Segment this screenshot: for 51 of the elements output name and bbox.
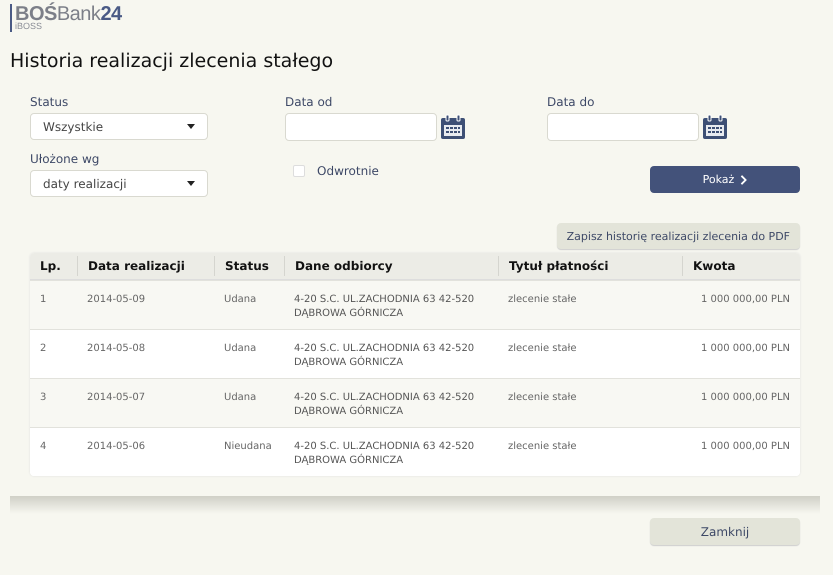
chevron-right-icon	[740, 174, 748, 184]
table-cell-text: 2	[39, 342, 48, 356]
table-cell-text: 3	[39, 391, 48, 405]
table-cell-text: 1 000 000,00 PLN	[700, 440, 791, 454]
column-header: Tytuł płatności	[498, 256, 682, 276]
table-cell-text: 1 000 000,00 PLN	[700, 391, 791, 405]
field-label: Data od	[285, 95, 332, 110]
checkbox-label: Odwrotnie	[317, 164, 379, 178]
logo-subtitle: iBOSS	[15, 22, 44, 31]
logo: BOŚBank24	[15, 4, 122, 24]
sort-dropdown[interactable]: daty realizacji	[30, 170, 208, 197]
table-cell-text: 4-20 S.C. UL.ZACHODNIA 63 42-520 DĄBROWA GÓRNICZA	[293, 342, 476, 370]
table-cell-text: 4-20 S.C. UL.ZACHODNIA 63 42-520 DĄBROWA GÓRNICZA	[293, 293, 476, 321]
table-cell-text: Udana	[223, 391, 258, 405]
field-label: Data do	[547, 95, 594, 110]
save-pdf-button[interactable]: Zapisz historię realizacji zlecenia do PDF	[556, 223, 800, 249]
table-cell-text: zlecenie stałe	[507, 391, 578, 405]
table-cell-text: zlecenie stałe	[507, 293, 578, 307]
page-title: Historia realizacji zlecenia stałego	[10, 50, 334, 74]
calendar-icon[interactable]	[702, 114, 728, 140]
table-cell-text: Udana	[223, 342, 258, 356]
table-cell-text: 1 000 000,00 PLN	[700, 342, 791, 356]
table-cell-text: Nieudana	[223, 440, 273, 454]
table-cell-text: 1	[39, 293, 48, 307]
table-cell-text: 2014-05-06	[86, 440, 146, 454]
calendar-icon[interactable]	[440, 114, 466, 140]
status-dropdown[interactable]: Wszystkie	[30, 113, 208, 140]
field-label: Status	[30, 95, 68, 110]
column-header: Status	[214, 256, 284, 276]
table-cell-text: 4-20 S.C. UL.ZACHODNIA 63 42-520 DĄBROWA GÓRNICZA	[293, 440, 476, 468]
table-cell-text: Udana	[223, 293, 258, 307]
caret-icon	[187, 124, 195, 129]
show-button[interactable]: Pokaż	[650, 166, 800, 193]
column-header: Kwota	[682, 256, 800, 276]
table-cell-text: 2014-05-07	[86, 391, 146, 405]
field-label: Ułożone wg	[30, 152, 100, 167]
checkbox[interactable]	[293, 165, 305, 177]
close-button[interactable]: Zamknij	[650, 518, 800, 545]
caret-icon	[187, 181, 195, 186]
column-header: Data realizacji	[77, 256, 214, 276]
table-cell-text: 2014-05-09	[86, 293, 146, 307]
table-cell-text: 4-20 S.C. UL.ZACHODNIA 63 42-520 DĄBROWA GÓRNICZA	[293, 391, 476, 419]
column-header: Dane odbiorcy	[284, 256, 498, 276]
table-cell-text: zlecenie stałe	[507, 440, 578, 454]
column-header: Lp.	[39, 258, 62, 275]
date-field[interactable]	[285, 113, 437, 141]
table-cell-text: zlecenie stałe	[507, 342, 578, 356]
table-cell-text: 2014-05-08	[86, 342, 146, 356]
table-cell-text: 1 000 000,00 PLN	[700, 293, 791, 307]
date-field[interactable]	[547, 113, 699, 141]
table-cell-text: 4	[39, 440, 48, 454]
